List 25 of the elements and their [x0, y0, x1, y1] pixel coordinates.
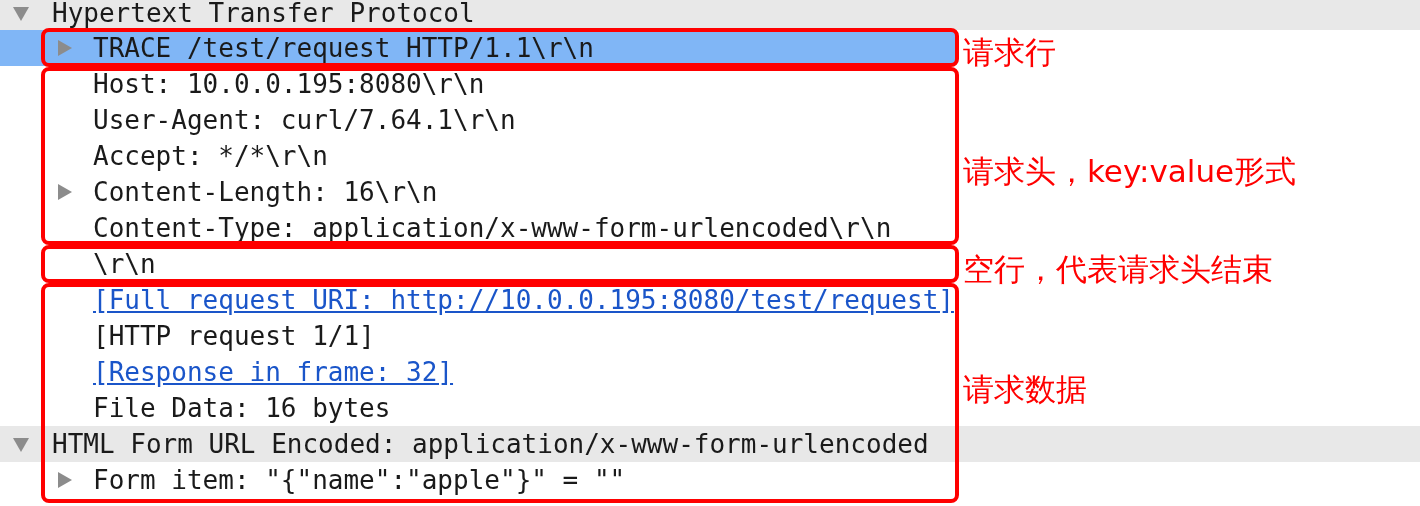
annotation-label: 空行，代表请求头结束	[963, 250, 1273, 289]
row-text: HTML Form URL Encoded: application/x-www-form-urlencoded	[52, 431, 929, 457]
expanded-triangle-icon[interactable]	[12, 4, 30, 22]
row-text: User-Agent: curl/7.64.1\r\n	[93, 107, 516, 133]
row-text: Hypertext Transfer Protocol	[52, 0, 475, 26]
collapsed-triangle-icon[interactable]	[56, 39, 74, 57]
row-text: \r\n	[93, 251, 156, 277]
row-text: TRACE /test/request HTTP/1.1\r\n	[93, 35, 594, 61]
collapsed-triangle-icon[interactable]	[56, 183, 74, 201]
tree-row[interactable]: HTML Form URL Encoded: application/x-www-form-urlencoded	[0, 426, 1420, 462]
annotation-label: 请求行	[963, 33, 1056, 72]
link[interactable]: [Full request URI: http://10.0.0.195:8080/test/request]	[93, 287, 954, 313]
row-text: [HTTP request 1/1]	[93, 323, 375, 349]
row-text: Host: 10.0.0.195:8080\r\n	[93, 71, 485, 97]
row-text: Form item: "{"name":"apple"}" = ""	[93, 467, 626, 493]
annotation-label: 请求头，key:value形式	[963, 152, 1297, 191]
row-text: File Data: 16 bytes	[93, 395, 391, 421]
link[interactable]: [Response in frame: 32]	[93, 359, 454, 385]
annotation-label: 请求数据	[963, 370, 1087, 409]
expanded-triangle-icon[interactable]	[12, 435, 30, 453]
tree-row[interactable]: Hypertext Transfer Protocol	[0, 0, 1420, 30]
row-text: Content-Type: application/x-www-form-urlencoded\r\n	[93, 215, 892, 241]
collapsed-triangle-icon[interactable]	[56, 471, 74, 489]
row-text: Accept: */*\r\n	[93, 143, 328, 169]
row-text: Content-Length: 16\r\n	[93, 179, 438, 205]
